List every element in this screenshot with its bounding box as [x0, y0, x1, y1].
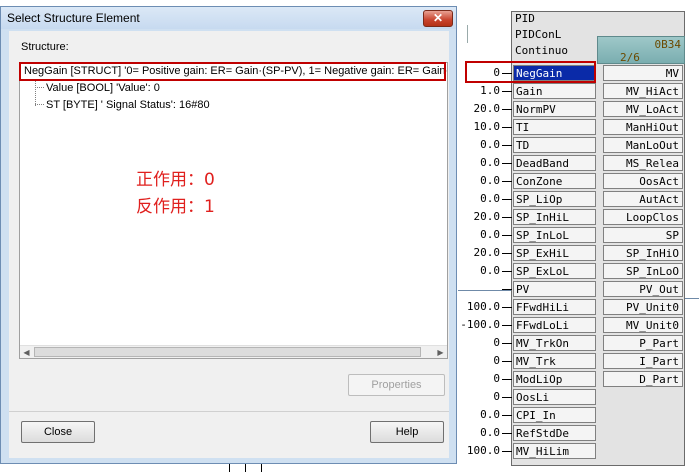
input-pin[interactable]: RefStdDe [513, 425, 596, 441]
input-pin[interactable]: SP_ExHiL [513, 245, 596, 261]
close-button[interactable]: Close [21, 421, 95, 443]
output-pin[interactable]: D_Part [603, 371, 683, 387]
input-pin[interactable]: MV_Trk [513, 353, 596, 369]
input-pin[interactable]: FFwdLoLi [513, 317, 596, 333]
input-pin[interactable]: ModLiOp [513, 371, 596, 387]
divider [9, 411, 449, 412]
block-header: PID PIDConL Continuo [511, 11, 601, 59]
input-pin[interactable]: TI [513, 119, 596, 135]
output-pin[interactable]: I_Part [603, 353, 683, 369]
title-bar[interactable]: Select Structure Element ✕ [1, 7, 456, 29]
output-pin[interactable]: ManHiOut [603, 119, 683, 135]
input-connector [502, 361, 512, 362]
input-connector [502, 379, 512, 380]
input-pin[interactable]: ConZone [513, 173, 596, 189]
input-connector [502, 415, 512, 416]
dialog-title: Select Structure Element [7, 11, 140, 25]
properties-button[interactable]: Properties [348, 374, 445, 396]
input-pin[interactable]: SP_InLoL [513, 227, 596, 243]
input-pin[interactable]: MV_TrkOn [513, 335, 596, 351]
input-connector [502, 451, 512, 452]
block-name: PIDConL [515, 28, 562, 41]
selected-element-highlight [19, 62, 446, 81]
input-connector [502, 127, 512, 128]
close-icon[interactable]: ✕ [423, 10, 453, 27]
badge-sequence: 2/6 [620, 51, 640, 64]
input-pin[interactable]: NormPV [513, 101, 596, 117]
input-connector [502, 271, 512, 272]
annotation-positive-action: 正作用：0 [136, 170, 215, 190]
annotation-reverse-action: 反作用：1 [136, 197, 215, 217]
input-pin[interactable]: CPI_In [513, 407, 596, 423]
input-connector [502, 289, 512, 290]
input-connector [502, 433, 512, 434]
input-pin[interactable]: SP_InHiL [513, 209, 596, 225]
tree-item-status[interactable]: ST [BYTE] ' Signal Status': 16#80 [46, 99, 210, 111]
scroll-right-icon[interactable]: ▶ [434, 346, 447, 358]
neggain-highlight [465, 61, 596, 83]
tree-item-value[interactable]: Value [BOOL] 'Value': 0 [46, 82, 160, 94]
help-button[interactable]: Help [370, 421, 444, 443]
output-pin[interactable]: P_Part [603, 335, 683, 351]
input-connector [502, 217, 512, 218]
input-connector [502, 397, 512, 398]
input-pin[interactable]: SP_ExLoL [513, 263, 596, 279]
block-type: PID [515, 12, 535, 25]
structure-label: Structure: [21, 41, 69, 53]
structure-tree[interactable]: NegGain [STRUCT] '0= Positive gain: ER= … [19, 62, 448, 359]
input-connector [502, 109, 512, 110]
output-pin[interactable]: PV_Out [603, 281, 683, 297]
input-connector [502, 307, 512, 308]
input-connector [502, 253, 512, 254]
output-pin[interactable]: OosAct [603, 173, 683, 189]
input-connector [502, 325, 512, 326]
input-connector [502, 343, 512, 344]
input-connector [502, 181, 512, 182]
input-pin[interactable]: TD [513, 137, 596, 153]
output-pin[interactable]: AutAct [603, 191, 683, 207]
tree-connector [35, 87, 44, 88]
output-pin[interactable]: ManLoOut [603, 137, 683, 153]
input-pin[interactable]: OosLi [513, 389, 596, 405]
dialog-body: Structure: NegGain [STRUCT] '0= Positive… [9, 31, 449, 458]
input-pin[interactable]: SP_LiOp [513, 191, 596, 207]
scroll-left-icon[interactable]: ◀ [20, 346, 33, 358]
block-comment: Continuo [515, 44, 568, 57]
input-connector [502, 235, 512, 236]
input-connector [502, 91, 512, 92]
input-pin[interactable]: PV [513, 281, 596, 297]
output-pin[interactable]: MS_Relea [603, 155, 683, 171]
output-pin[interactable]: MV [603, 65, 683, 81]
input-connector [502, 145, 512, 146]
output-pin[interactable]: LoopClos [603, 209, 683, 225]
output-pin[interactable]: PV_Unit0 [603, 299, 683, 315]
tree-connector [35, 104, 44, 105]
output-pin[interactable]: MV_Unit0 [603, 317, 683, 333]
input-connector [502, 163, 512, 164]
scrollbar-thumb[interactable] [34, 347, 421, 357]
horizontal-scrollbar[interactable]: ◀ ▶ [20, 345, 447, 358]
runtime-group-badge: 0B34 2/6 [597, 36, 685, 64]
badge-ob: 0B34 [654, 38, 682, 51]
input-pin[interactable]: FFwdHiLi [513, 299, 596, 315]
input-pin[interactable]: MV_HiLim [513, 443, 596, 459]
output-pin[interactable]: SP_InLoO [603, 263, 683, 279]
output-pin[interactable]: SP [603, 227, 683, 243]
input-pin[interactable]: DeadBand [513, 155, 596, 171]
output-pin[interactable]: MV_HiAct [603, 83, 683, 99]
input-pin[interactable]: Gain [513, 83, 596, 99]
input-connector [502, 199, 512, 200]
output-pin[interactable]: SP_InHiO [603, 245, 683, 261]
output-pin[interactable]: MV_LoAct [603, 101, 683, 117]
tree-connector [35, 79, 36, 106]
